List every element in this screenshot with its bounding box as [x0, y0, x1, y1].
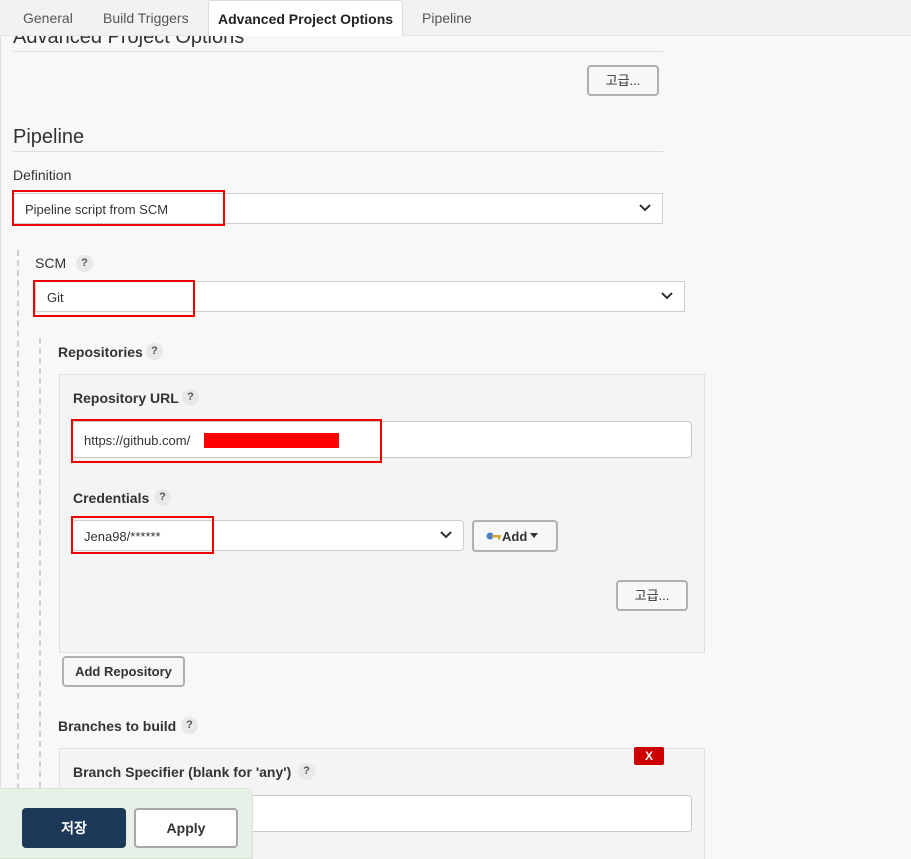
- apply-button[interactable]: Apply: [134, 808, 238, 848]
- pipeline-heading: Pipeline: [13, 126, 85, 148]
- caret-down-icon: [530, 533, 538, 538]
- advanced-options-button[interactable]: 고급...: [587, 65, 659, 96]
- tab-build-triggers[interactable]: Build Triggers: [103, 0, 189, 36]
- repository-panel: [59, 374, 705, 653]
- highlight-box: [12, 190, 225, 226]
- help-icon[interactable]: ?: [76, 255, 93, 272]
- add-credentials-button[interactable]: Add: [472, 520, 558, 552]
- delete-branch-button[interactable]: X: [634, 747, 664, 765]
- section-divider: [13, 51, 663, 52]
- repository-advanced-button[interactable]: 고급...: [616, 580, 688, 611]
- branches-to-build-label: Branches to build: [58, 718, 177, 734]
- credentials-label: Credentials: [73, 490, 150, 506]
- tab-pipeline[interactable]: Pipeline: [422, 0, 472, 36]
- highlight-box: [71, 419, 382, 463]
- repositories-label: Repositories: [58, 344, 143, 360]
- definition-label: Definition: [13, 167, 72, 183]
- key-icon: [486, 532, 501, 540]
- help-icon[interactable]: ?: [181, 717, 198, 734]
- add-repository-button[interactable]: Add Repository: [62, 656, 185, 687]
- highlight-box: [71, 516, 214, 554]
- tab-advanced-project-options[interactable]: Advanced Project Options: [208, 0, 404, 36]
- section-divider: [13, 151, 663, 152]
- nesting-guide: [17, 250, 19, 859]
- nesting-guide: [39, 338, 41, 859]
- tab-general[interactable]: General: [23, 0, 73, 36]
- help-icon[interactable]: ?: [298, 763, 315, 780]
- tab-bar: General Build Triggers Advanced Project …: [0, 0, 911, 36]
- chevron-down-icon: [639, 204, 651, 212]
- save-button[interactable]: 저장: [22, 808, 126, 848]
- config-content: Advanced Project Options 고급... Pipeline …: [0, 36, 911, 859]
- advanced-project-options-heading: Advanced Project Options: [13, 36, 245, 48]
- branch-specifier-label: Branch Specifier (blank for 'any'): [73, 764, 292, 780]
- add-label: Add: [502, 529, 528, 544]
- chevron-down-icon: [661, 292, 673, 300]
- repository-url-label: Repository URL: [73, 390, 179, 406]
- chevron-down-icon: [440, 531, 452, 539]
- highlight-box: [33, 280, 195, 317]
- scm-label: SCM: [35, 255, 67, 271]
- help-icon[interactable]: ?: [154, 489, 171, 506]
- help-icon[interactable]: ?: [182, 389, 199, 406]
- help-icon[interactable]: ?: [146, 343, 163, 360]
